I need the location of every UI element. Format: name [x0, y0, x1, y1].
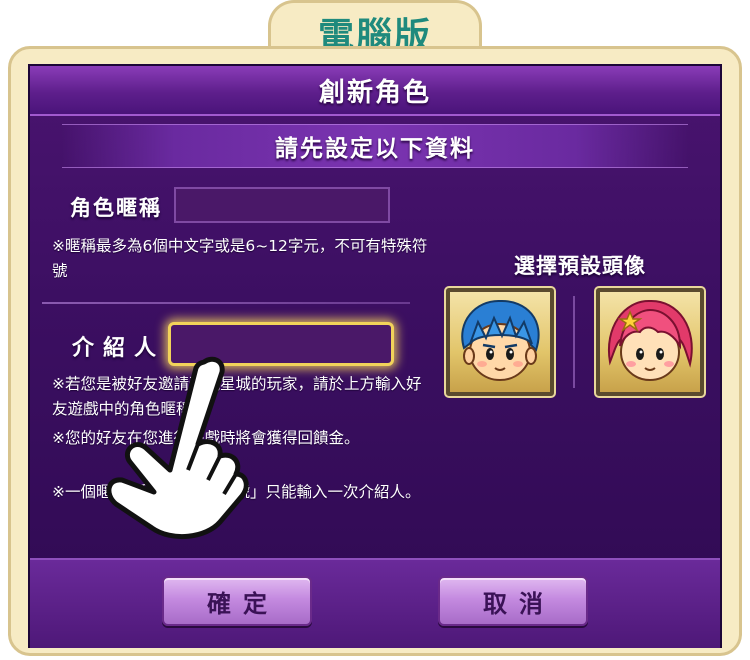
avatar-section-title: 選擇預設頭像: [514, 254, 646, 278]
pointing-hand-icon: [106, 356, 249, 540]
avatar-separator: [573, 296, 575, 388]
cancel-button[interactable]: 取消: [438, 576, 588, 626]
girl-avatar-icon: [607, 299, 693, 381]
avatar-option-boy[interactable]: [444, 286, 556, 398]
button-bar: [30, 558, 720, 648]
section-title: 請先設定以下資料: [275, 136, 475, 162]
nickname-note: ※暱稱最多為6個中文字或是6~12字元，不可有特殊符號: [52, 237, 428, 280]
boy-avatar-icon: [461, 299, 540, 381]
dialog-title: 創新角色: [318, 77, 431, 108]
dialog-titlebar: 創新角色: [30, 66, 720, 116]
confirm-button[interactable]: 確定: [162, 576, 312, 626]
form-divider: [42, 302, 410, 304]
section-header: 請先設定以下資料: [62, 124, 688, 168]
nickname-label: 角色暱稱: [70, 196, 162, 220]
avatar-option-girl[interactable]: [594, 286, 706, 398]
nickname-input[interactable]: [174, 187, 390, 223]
